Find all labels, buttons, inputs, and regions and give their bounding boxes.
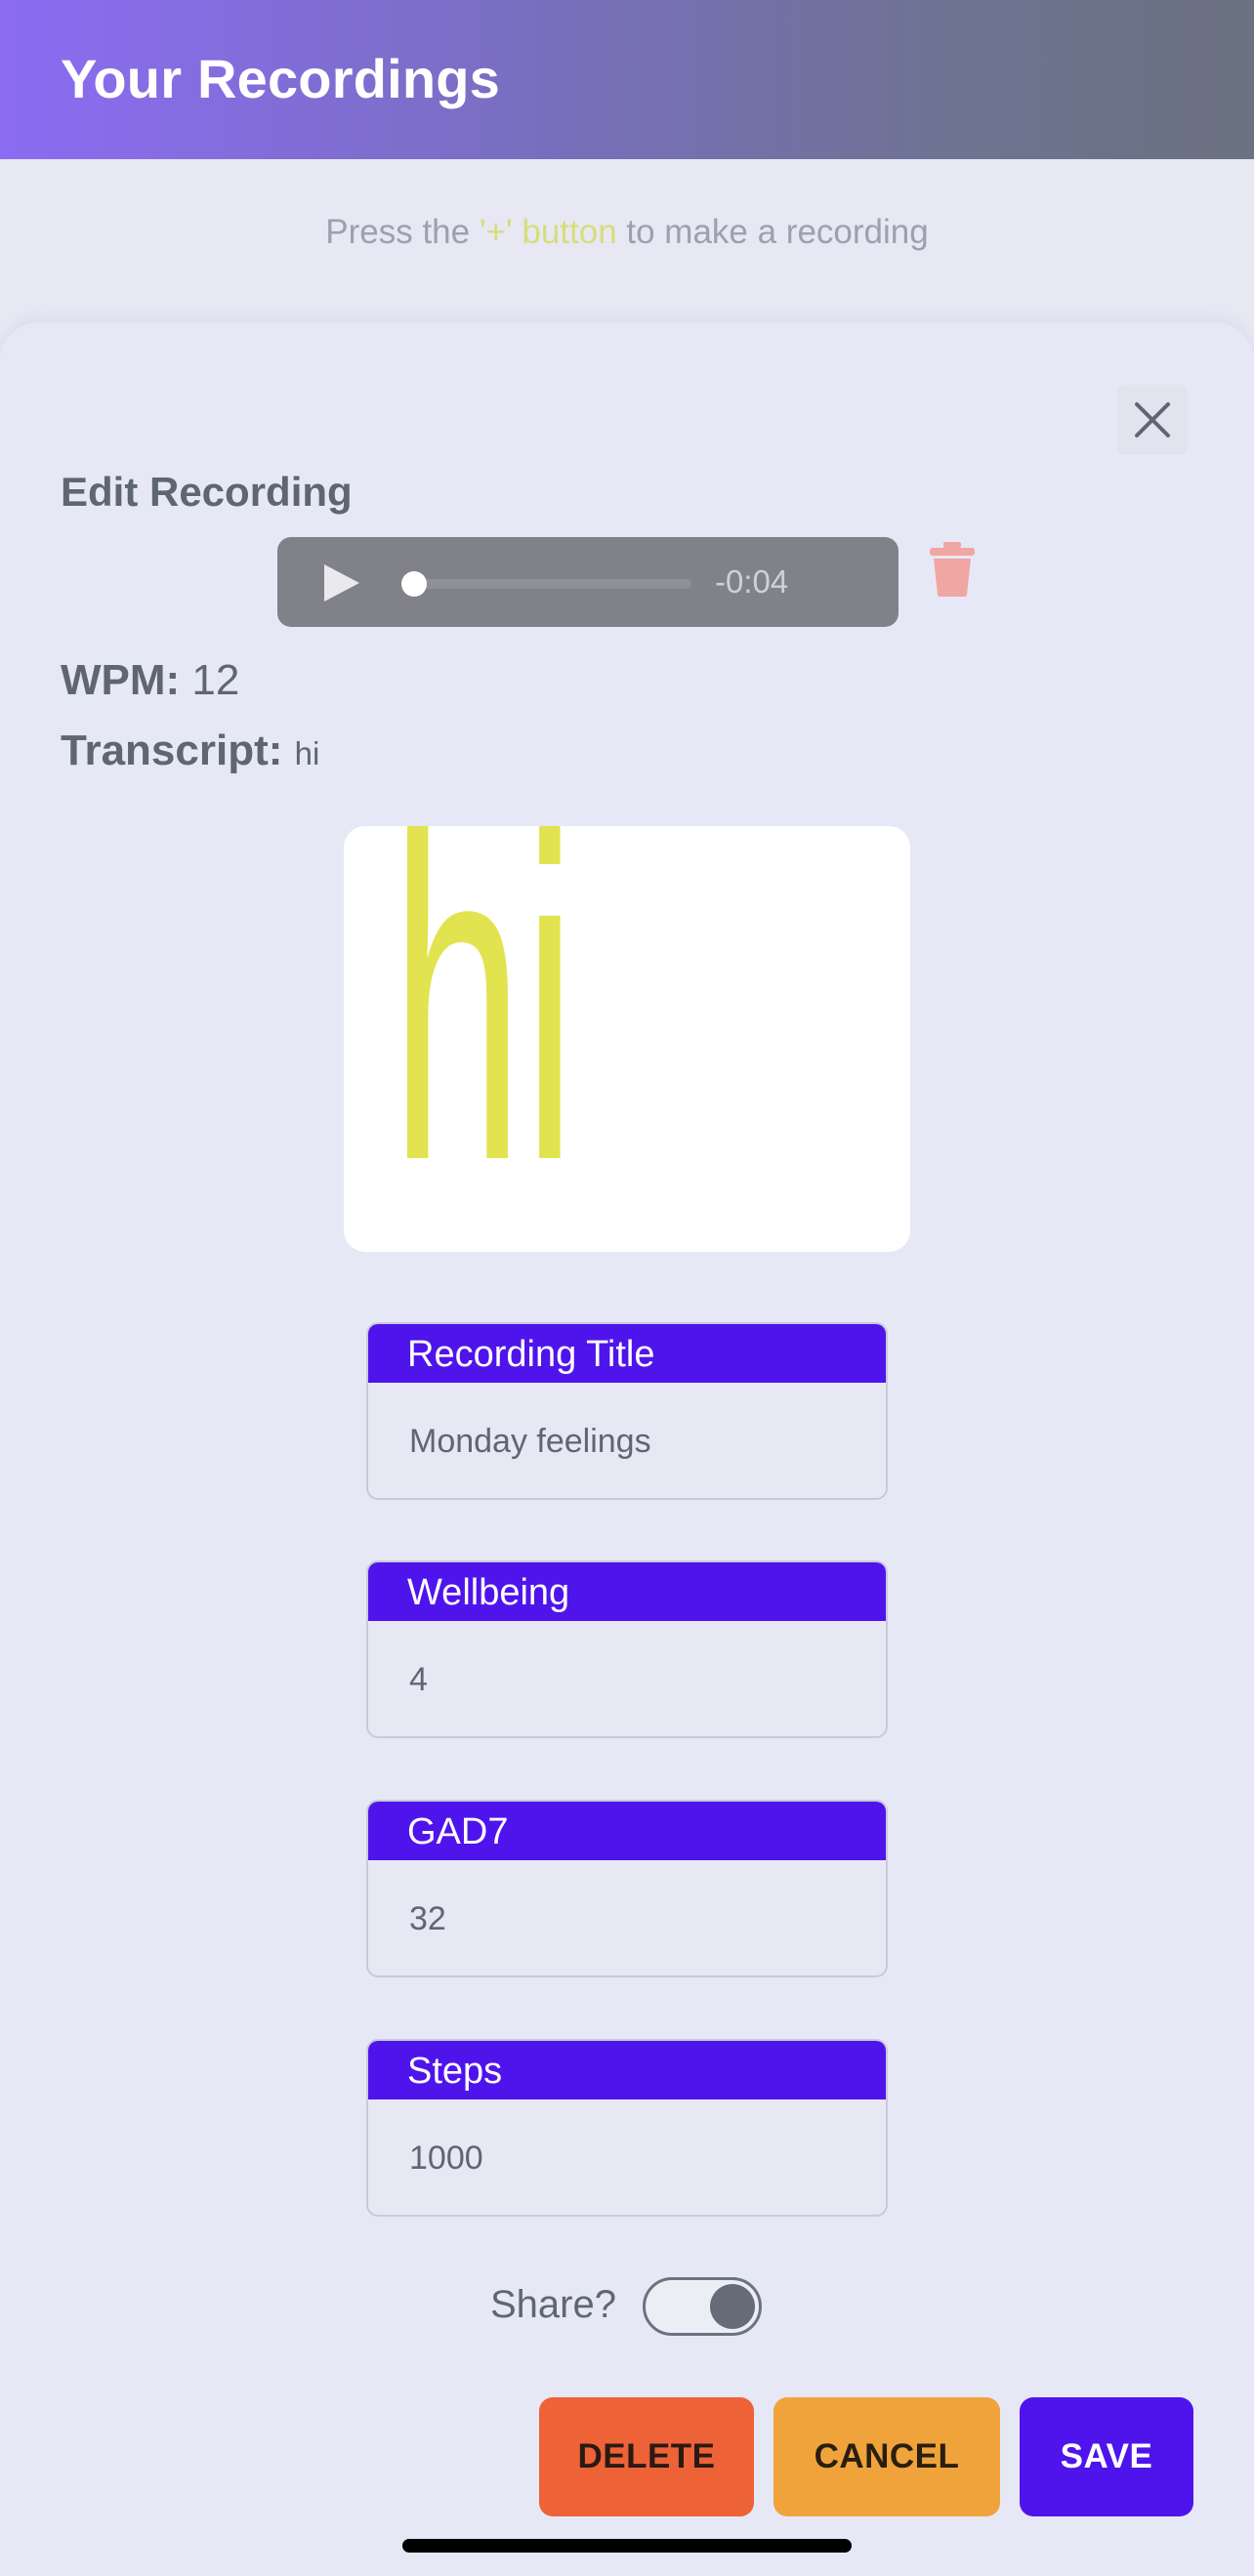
- steps-label: Steps: [368, 2041, 886, 2099]
- hint-accent: '+' button: [479, 213, 617, 251]
- gad7-input[interactable]: 32: [368, 1862, 886, 1975]
- close-icon: [1135, 402, 1170, 437]
- save-button[interactable]: SAVE: [1020, 2397, 1193, 2516]
- delete-button[interactable]: DELETE: [539, 2397, 754, 2516]
- wpm-label: WPM:: [61, 656, 181, 704]
- home-indicator: [402, 2539, 852, 2553]
- gad7-field[interactable]: GAD7 32: [366, 1800, 888, 1977]
- steps-input[interactable]: 1000: [368, 2101, 886, 2215]
- share-label: Share?: [490, 2283, 616, 2326]
- recording-title-field[interactable]: Recording Title Monday feelings: [366, 1322, 888, 1500]
- transcript-value: hi: [294, 735, 320, 771]
- word-cloud-canvas: hi: [391, 826, 576, 1252]
- cancel-button[interactable]: CANCEL: [773, 2397, 1000, 2516]
- audio-player[interactable]: -0:04: [277, 537, 899, 627]
- empty-hint: Press the '+' button to make a recording: [0, 213, 1254, 252]
- recording-title-label: Recording Title: [368, 1324, 886, 1383]
- audio-progress-track[interactable]: [401, 571, 691, 597]
- hint-suffix: to make a recording: [616, 213, 929, 251]
- trash-icon[interactable]: [928, 542, 977, 597]
- share-toggle-thumb: [710, 2284, 755, 2329]
- audio-progress-knob[interactable]: [401, 571, 427, 597]
- gad7-label: GAD7: [368, 1802, 886, 1860]
- word-cloud-word: hi: [391, 826, 576, 1252]
- wpm-row: WPM: 12: [61, 656, 239, 705]
- wpm-value: 12: [191, 656, 240, 704]
- steps-field[interactable]: Steps 1000: [366, 2039, 888, 2217]
- app-header: Your Recordings: [0, 0, 1254, 159]
- transcript-label: Transcript:: [61, 727, 283, 774]
- share-toggle[interactable]: [643, 2277, 762, 2336]
- wellbeing-field[interactable]: Wellbeing 4: [366, 1560, 888, 1738]
- time-remaining: -0:04: [715, 563, 789, 600]
- transcript-row: Transcript: hi: [61, 727, 319, 775]
- recording-title-input[interactable]: Monday feelings: [368, 1385, 886, 1498]
- hint-prefix: Press the: [325, 213, 480, 251]
- wellbeing-label: Wellbeing: [368, 1562, 886, 1621]
- play-icon[interactable]: [322, 562, 361, 603]
- wellbeing-input[interactable]: 4: [368, 1623, 886, 1736]
- edit-recording-title: Edit Recording: [61, 469, 353, 515]
- page-title: Your Recordings: [61, 48, 501, 109]
- word-cloud: hi: [344, 826, 910, 1252]
- close-button[interactable]: [1117, 385, 1188, 455]
